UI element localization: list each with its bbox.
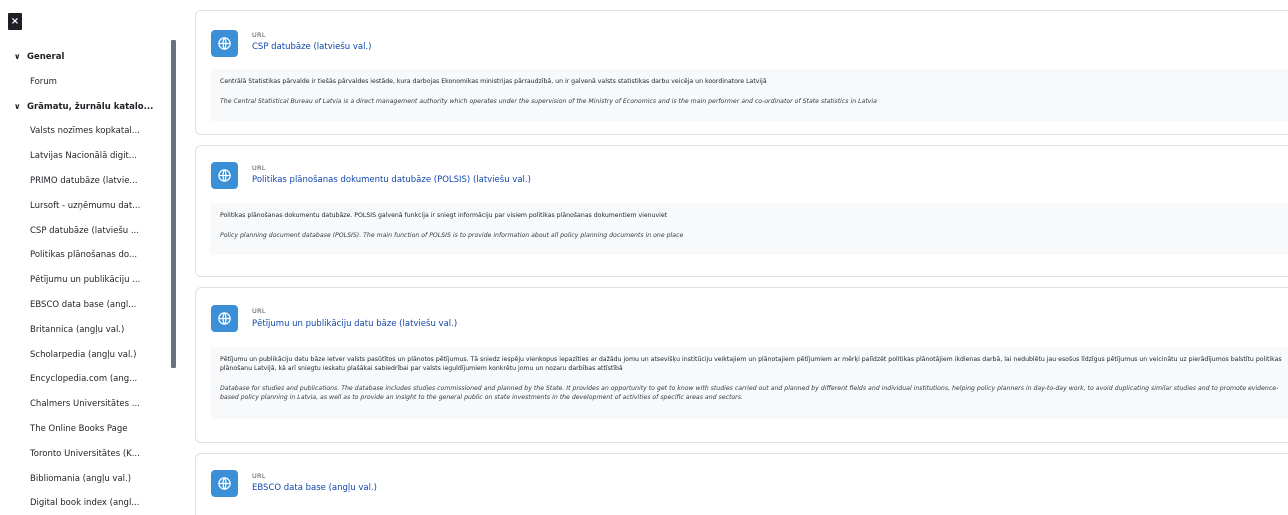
activity-icon-box <box>211 470 238 497</box>
activity-title-link[interactable]: Pētījumu un publikāciju datu bāze (latvi… <box>252 319 457 329</box>
activity-card: URL Politikas plānošanas dokumentu datub… <box>195 145 1288 277</box>
globe-icon <box>218 477 231 490</box>
course-index-item[interactable]: Lursoft - uzņēmumu dat... <box>0 194 168 218</box>
nav-item-label: Scholarpedia (angļu val.) <box>30 349 137 360</box>
description-english: The Central Statistical Bureau of Latvia… <box>220 98 877 105</box>
course-index-item[interactable]: Britannica (angļu val.) <box>0 318 168 342</box>
nav-item-label: Pētījumu un publikāciju ... <box>30 275 141 286</box>
course-section-toggle[interactable]: ∨ General <box>0 45 168 69</box>
globe-icon <box>218 312 231 325</box>
activity-type-label: URL <box>252 307 266 315</box>
description-english: Database for studies and publications. T… <box>220 385 1279 401</box>
activity-icon-box <box>211 305 238 332</box>
course-index-item[interactable]: Scholarpedia (angļu val.) <box>0 343 168 367</box>
course-section-toggle[interactable]: ∨ Grāmatu, žurnālu katalo... <box>0 95 168 119</box>
course-index-drawer: × ∨ General Forum ∨ Grāmatu, žurnālu katalo.… <box>0 0 178 515</box>
nav-item-label: Lursoft - uzņēmumu dat... <box>30 200 141 211</box>
nav-item-label: PRIMO datubāze (latvie... <box>30 176 138 186</box>
nav-item-label: Politikas plānošanas do... <box>30 250 138 261</box>
activity-title-link[interactable]: Politikas plānošanas dokumentu datubāze … <box>252 175 531 185</box>
nav-item-label: The Online Books Page <box>30 424 128 434</box>
course-index-item[interactable]: Politikas plānošanas do... <box>0 243 168 267</box>
description-latvian: Politikas plānošanas dokumentu datubāze.… <box>220 212 668 219</box>
description-english: Policy planning document database (POLSI… <box>220 232 684 239</box>
globe-icon <box>218 169 231 182</box>
activity-title-link[interactable]: EBSCO data base (angļu val.) <box>252 483 377 493</box>
course-index-item[interactable]: Bibliomania (angļu val.) <box>0 467 168 491</box>
course-index-item[interactable]: CSP datubāze (latviešu ... <box>0 219 168 243</box>
nav-item-label: Forum <box>30 76 57 87</box>
drawer-scrollbar[interactable] <box>171 40 176 368</box>
activity-card: URL CSP datubāze (latviešu val.) Centrāl… <box>195 10 1288 135</box>
activity-icon-box <box>211 30 238 57</box>
course-index-item[interactable]: Latvijas Nacionālā digit... <box>0 144 168 168</box>
nav-item-label: Toronto Universitātes (K... <box>30 448 140 459</box>
nav-item-label: Digital book index (angl... <box>30 498 140 509</box>
globe-icon <box>218 37 231 50</box>
course-index-item[interactable]: Forum <box>0 70 168 94</box>
nav-item-label: CSP datubāze (latviešu ... <box>30 225 139 236</box>
activity-card: URL EBSCO data base (angļu val.) <box>195 453 1288 515</box>
course-index-item[interactable]: Chalmers Universitātes ... <box>0 392 168 416</box>
activity-type-label: URL <box>252 31 266 39</box>
nav-item-label: Encyclopedia.com (ang... <box>30 374 138 385</box>
nav-item-label: Grāmatu, žurnālu katalo... <box>27 101 154 112</box>
activity-title-link[interactable]: CSP datubāze (latviešu val.) <box>252 42 371 52</box>
nav-item-label: Bibliomania (angļu val.) <box>30 473 132 484</box>
course-index-item[interactable]: Toronto Universitātes (K... <box>0 442 168 466</box>
close-drawer-button[interactable]: × <box>8 13 22 30</box>
course-index-item[interactable]: The Online Books Page <box>0 417 168 441</box>
nav-item-label: Valsts nozīmes kopkatal... <box>30 126 140 137</box>
nav-item-label: Latvijas Nacionālā digit... <box>30 151 137 162</box>
nav-item-label: General <box>27 52 65 62</box>
activity-type-label: URL <box>252 472 266 480</box>
chevron-down-icon[interactable]: ∨ <box>14 95 27 119</box>
activity-description: Pētījumu un publikāciju datu bāze ietver… <box>210 347 1288 419</box>
activity-type-label: URL <box>252 164 266 172</box>
close-icon: × <box>10 16 20 27</box>
activity-description: Politikas plānošanas dokumentu datubāze.… <box>210 203 1288 255</box>
course-index-item[interactable]: Pētījumu un publikāciju ... <box>0 268 168 292</box>
course-index-item[interactable]: Valsts nozīmes kopkatal... <box>0 119 168 143</box>
course-index-item[interactable]: EBSCO data base (angl... <box>0 293 168 317</box>
description-latvian: Pētījumu un publikāciju datu bāze ietver… <box>220 356 1282 372</box>
course-index-item[interactable]: Encyclopedia.com (ang... <box>0 367 168 391</box>
nav-item-label: Chalmers Universitātes ... <box>30 399 140 410</box>
nav-item-label: Britannica (angļu val.) <box>30 324 125 335</box>
nav-item-label: EBSCO data base (angl... <box>30 300 137 310</box>
activity-card: URL Pētījumu un publikāciju datu bāze (l… <box>195 287 1288 443</box>
activity-icon-box <box>211 162 238 189</box>
course-index-item[interactable]: PRIMO datubāze (latvie... <box>0 169 168 193</box>
description-latvian: Centrālā Statistikas pārvalde ir tiešās … <box>220 78 767 85</box>
chevron-down-icon[interactable]: ∨ <box>14 45 27 69</box>
activity-description: Centrālā Statistikas pārvalde ir tiešās … <box>210 69 1288 121</box>
course-index-item[interactable]: Digital book index (angl... <box>0 491 168 515</box>
